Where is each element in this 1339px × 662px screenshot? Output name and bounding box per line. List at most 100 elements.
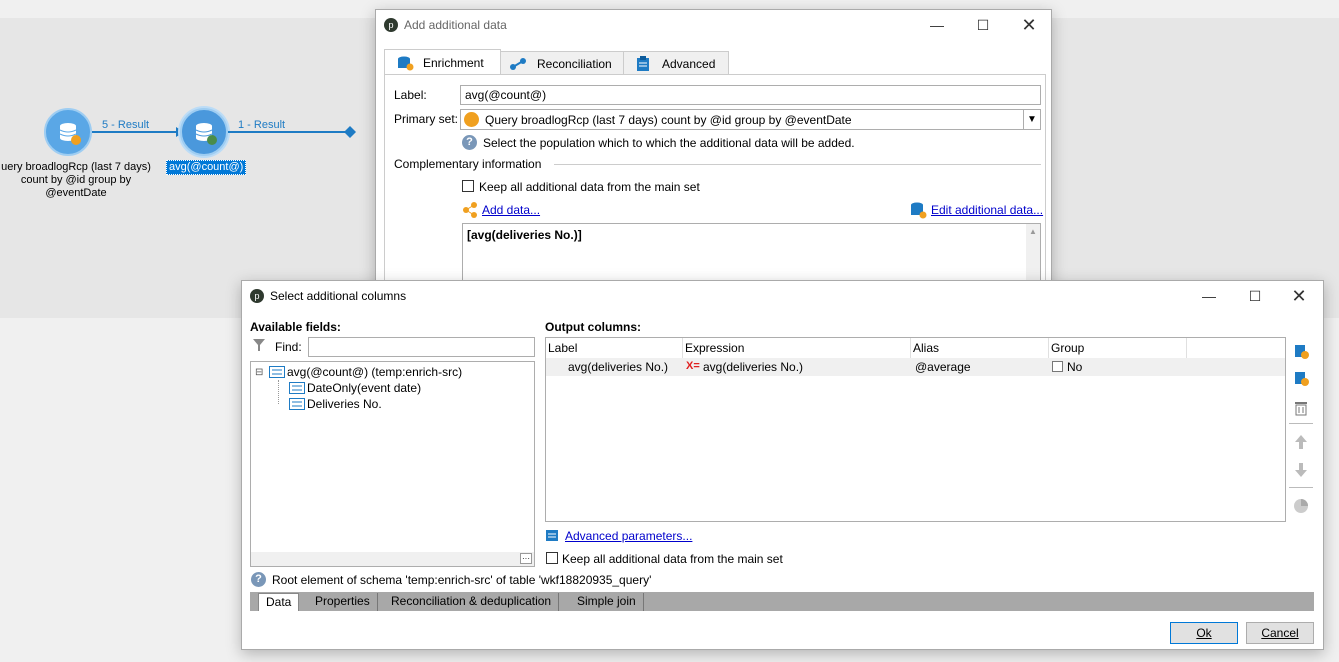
separator <box>554 164 1041 165</box>
group-checkbox[interactable] <box>1052 361 1063 372</box>
help-icon: ? <box>251 572 266 587</box>
maximize-icon[interactable]: ☐ <box>960 10 1006 40</box>
list-item[interactable]: [avg(deliveries No.)] <box>467 228 582 242</box>
list-icon <box>269 366 285 378</box>
title-bar: p Select additional columns <box>242 281 1323 311</box>
tree-node-label: Deliveries No. <box>307 397 382 411</box>
row-expression: avg(deliveries No.) <box>703 360 804 374</box>
row-label: avg(deliveries No.) <box>568 360 669 374</box>
tab-enrichment[interactable]: Enrichment <box>384 49 501 76</box>
minimize-icon[interactable]: — <box>914 10 960 40</box>
orange-circle-icon <box>464 112 479 127</box>
move-up-button[interactable] <box>1291 432 1311 452</box>
tree-node-dateonly[interactable]: DateOnly(event date) <box>289 380 421 396</box>
advanced-parameters-icon <box>546 530 558 541</box>
label-caption: Label: <box>394 88 427 102</box>
keep-all-checkbox[interactable] <box>546 552 558 564</box>
keep-all-label: Keep all additional data from the main s… <box>562 552 783 566</box>
tree-node-label: DateOnly(event date) <box>307 381 422 395</box>
output-columns-caption: Output columns: <box>545 320 641 334</box>
enrichment-node-label[interactable]: avg(@count@) <box>166 160 247 175</box>
filter-icon <box>253 339 265 351</box>
label-input[interactable] <box>460 85 1041 105</box>
primary-set-help: Select the population which to which the… <box>483 136 855 150</box>
row-group: No <box>1067 360 1083 374</box>
ok-label: Ok <box>1196 626 1212 640</box>
arrow-up-icon <box>1295 435 1307 449</box>
list-icon <box>289 398 305 410</box>
column-header-label[interactable]: Label <box>546 338 683 358</box>
output-columns-grid[interactable]: Label Expression Alias Group avg(deliver… <box>545 337 1286 522</box>
clipboard-icon <box>637 56 649 71</box>
enrichment-node[interactable] <box>180 108 228 156</box>
database-enrich-icon <box>195 123 217 145</box>
tab-strip: Enrichment Reconciliation Advanced <box>384 49 1044 77</box>
database-enrich-icon <box>398 56 414 71</box>
add-field-icon <box>1295 345 1309 359</box>
cancel-button[interactable]: Cancel <box>1246 622 1314 644</box>
tab-enrichment-label: Enrichment <box>423 56 484 70</box>
distribution-button[interactable] <box>1291 496 1311 516</box>
tab-advanced-label: Advanced <box>662 57 716 71</box>
tab-reconciliation-deduplication[interactable]: Reconciliation & deduplication <box>384 593 560 611</box>
column-header-expression[interactable]: Expression <box>683 338 911 358</box>
tree-scrollbar[interactable]: ··· <box>251 552 534 566</box>
primary-set-select[interactable]: Query broadlogRcp (last 7 days) count by… <box>460 109 1041 130</box>
query-node[interactable] <box>44 108 92 156</box>
table-row[interactable]: avg(deliveries No.) X= avg(deliveries No… <box>546 358 1285 376</box>
app-icon: p <box>384 18 398 32</box>
tree-node-label: avg(@count@) (temp:enrich-src) <box>287 365 463 379</box>
primary-set-caption: Primary set: <box>394 112 459 126</box>
database-icon <box>59 123 81 145</box>
move-down-button[interactable] <box>1291 460 1311 480</box>
collapse-icon[interactable]: ⊟ <box>255 367 269 378</box>
find-label: Find: <box>275 340 302 354</box>
transition-label-1: 5 - Result <box>102 119 150 131</box>
trash-icon <box>1295 402 1307 416</box>
share-icon <box>463 202 477 218</box>
list-icon <box>289 382 305 394</box>
primary-set-value: Query broadlogRcp (last 7 days) count by… <box>485 113 852 127</box>
transition-label-2: 1 - Result <box>238 119 286 131</box>
app-icon: p <box>250 289 264 303</box>
help-icon: ? <box>462 135 477 150</box>
arrow-down-icon <box>1295 463 1307 477</box>
add-data-link[interactable]: Add data... <box>482 203 540 217</box>
expression-icon: X= <box>686 360 700 372</box>
available-fields-caption: Available fields: <box>250 320 341 334</box>
link-icon <box>510 58 526 70</box>
separator <box>1289 487 1313 488</box>
find-input[interactable] <box>308 337 535 357</box>
column-header-alias[interactable]: Alias <box>911 338 1049 358</box>
ok-button[interactable]: Ok <box>1170 622 1238 644</box>
separator <box>1289 423 1313 424</box>
add-expression-icon <box>1295 372 1309 386</box>
add-expression-button[interactable] <box>1291 368 1311 388</box>
keep-all-checkbox[interactable] <box>462 180 474 192</box>
maximize-icon[interactable]: ☐ <box>1232 281 1278 311</box>
tab-simple-join[interactable]: Simple join <box>570 593 644 611</box>
dialog-title: Add additional data <box>404 18 507 32</box>
delete-button[interactable] <box>1291 398 1311 418</box>
status-text: Root element of schema 'temp:enrich-src'… <box>272 573 652 587</box>
advanced-parameters-link[interactable]: Advanced parameters... <box>565 529 692 543</box>
close-icon[interactable]: ✕ <box>1006 10 1052 40</box>
tree-node-deliveries[interactable]: Deliveries No. <box>289 396 382 412</box>
pie-chart-icon <box>1294 499 1308 513</box>
tab-data[interactable]: Data <box>258 593 300 611</box>
cancel-label: Cancel <box>1261 626 1299 640</box>
edit-additional-data-link[interactable]: Edit additional data... <box>931 203 1043 217</box>
more-icon[interactable]: ··· <box>520 553 532 564</box>
select-columns-dialog: p Select additional columns — ☐ ✕ Availa… <box>241 280 1324 650</box>
tree-node-root[interactable]: ⊟ avg(@count@) (temp:enrich-src) <box>255 364 462 380</box>
tab-properties[interactable]: Properties <box>308 593 378 611</box>
column-header-group[interactable]: Group <box>1049 338 1187 358</box>
minimize-icon[interactable]: — <box>1186 281 1232 311</box>
tab-reconciliation-label: Reconciliation <box>537 57 612 71</box>
chevron-down-icon[interactable]: ▼ <box>1023 110 1040 129</box>
dialog-title: Select additional columns <box>270 289 407 303</box>
bottom-tab-bar: Data Properties Reconciliation & dedupli… <box>250 592 1314 611</box>
add-column-button[interactable] <box>1291 341 1311 361</box>
close-icon[interactable]: ✕ <box>1276 281 1322 311</box>
fields-tree[interactable]: ⊟ avg(@count@) (temp:enrich-src) DateOnl… <box>250 361 535 567</box>
